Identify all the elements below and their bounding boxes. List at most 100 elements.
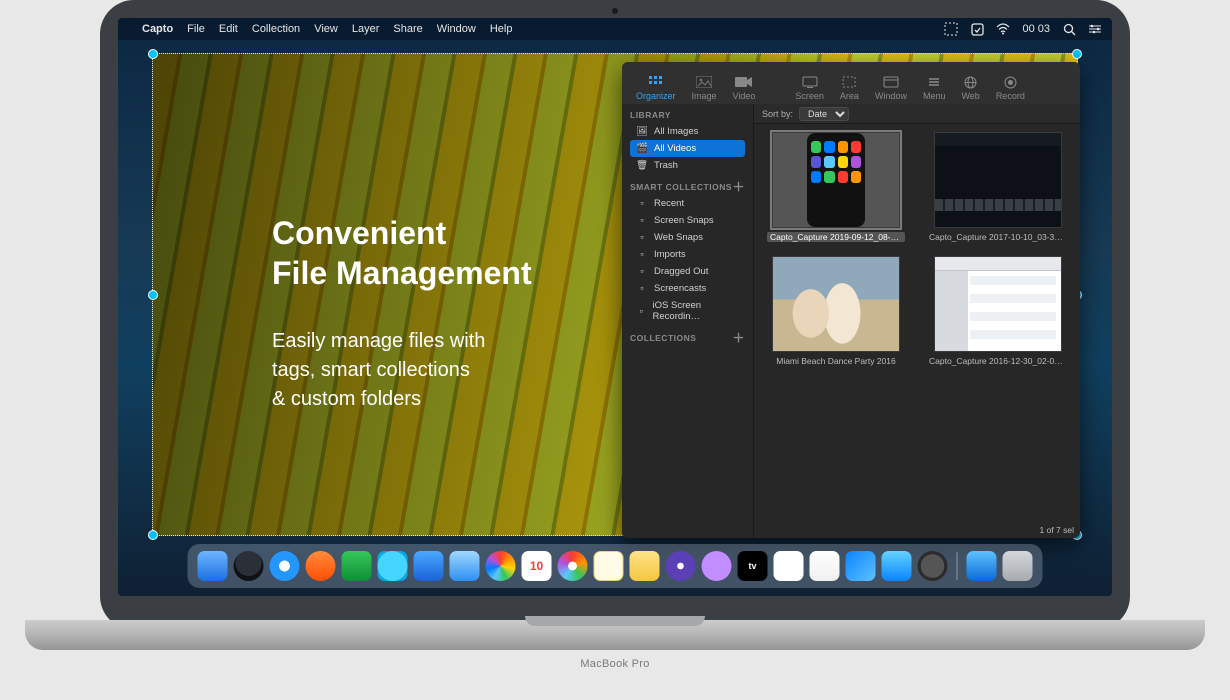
capto-content: Sort by: Date [754, 104, 1080, 538]
sort-select[interactable]: Date [799, 107, 849, 121]
sidebar-item-screen-snaps[interactable]: ▫︎Screen Snaps [630, 212, 745, 229]
menubar-clock[interactable]: 00 03 [1022, 23, 1050, 35]
laptop-label: MacBook Pro [580, 658, 649, 670]
dock-firefox[interactable] [306, 551, 336, 581]
menu-file[interactable]: File [187, 23, 205, 35]
dock-reminders[interactable] [630, 551, 660, 581]
dock-safari[interactable] [270, 551, 300, 581]
thumbnail-caption: Miami Beach Dance Party 2016 [776, 356, 896, 366]
dock-imessage[interactable] [378, 551, 408, 581]
dock-downloads[interactable] [967, 551, 997, 581]
section-heading: SMART COLLECTIONS ＋ [630, 182, 745, 192]
window-icon [882, 75, 900, 89]
sidebar-item-all-videos[interactable]: 🎬 All Videos [630, 140, 745, 157]
resize-handle-ne[interactable] [1072, 49, 1082, 59]
thumbnail-frame [772, 256, 900, 352]
globe-icon [962, 75, 980, 89]
add-collection-button[interactable]: ＋ [732, 334, 745, 342]
dock-trash[interactable] [1003, 551, 1033, 581]
folder-icon: ▫︎ [636, 199, 648, 209]
thumbnail-caption: Capto_Capture 2017-10-10_03-33-58_PM [929, 232, 1067, 242]
item-label: All Images [654, 126, 698, 137]
folder-icon: ▫︎ [636, 284, 648, 294]
tool-area[interactable]: Area [832, 72, 867, 104]
menubar-app-name[interactable]: Capto [142, 23, 173, 35]
menu-layer[interactable]: Layer [352, 23, 380, 35]
image-icon [695, 75, 713, 89]
thumbnail[interactable]: Capto_Capture 2017-10-10_03-33-58_PM [926, 132, 1070, 242]
dock-mail[interactable] [414, 551, 444, 581]
dock-video[interactable] [666, 551, 696, 581]
sidebar-item-ios-recordings[interactable]: ▫︎iOS Screen Recordin… [630, 297, 745, 325]
sidebar-item-recent[interactable]: ▫︎Recent [630, 195, 745, 212]
dock-settings[interactable] [918, 551, 948, 581]
dock-itunes[interactable] [558, 551, 588, 581]
tool-record[interactable]: Record [988, 72, 1033, 104]
wifi-icon[interactable] [996, 22, 1010, 36]
dock-keynote[interactable] [846, 551, 876, 581]
setapp-icon[interactable] [970, 22, 984, 36]
laptop-base [25, 620, 1205, 650]
spotlight-icon[interactable] [1062, 22, 1076, 36]
dock-maps[interactable] [450, 551, 480, 581]
resize-handle-w[interactable] [148, 290, 158, 300]
menu-share[interactable]: Share [393, 23, 422, 35]
dock-calendar[interactable]: 10 [522, 551, 552, 581]
dock-news[interactable] [774, 551, 804, 581]
dock-pages[interactable] [810, 551, 840, 581]
section-label: LIBRARY [630, 110, 671, 120]
tool-organizer[interactable]: Organizer [628, 72, 684, 104]
dock-launchpad[interactable] [234, 551, 264, 581]
dock-messages[interactable] [342, 551, 372, 581]
dock-podcasts[interactable] [702, 551, 732, 581]
sidebar-item-imports[interactable]: ▫︎Imports [630, 246, 745, 263]
section-heading: LIBRARY [630, 110, 745, 120]
tool-menu[interactable]: Menu [915, 72, 954, 104]
tool-image[interactable]: Image [684, 72, 725, 104]
tool-label: Menu [923, 91, 946, 101]
item-label: Imports [654, 249, 686, 260]
sidebar-item-dragged-out[interactable]: ▫︎Dragged Out [630, 263, 745, 280]
resize-handle-nw[interactable] [148, 49, 158, 59]
dock-appletv[interactable]: tv [738, 551, 768, 581]
capture-region-icon[interactable] [944, 22, 958, 36]
tool-label: Window [875, 91, 907, 101]
trash-icon: 🗑 [636, 161, 648, 171]
tool-video[interactable]: Video [725, 72, 764, 104]
dock-photos[interactable] [486, 551, 516, 581]
finder-mock [935, 257, 1061, 351]
sidebar-section-library: LIBRARY 🖼 All Images 🎬 All Videos [622, 104, 753, 176]
sort-bar: Sort by: Date [754, 104, 1080, 124]
thumbnail-caption: Capto_Capture 2019-09-12_08-54-33_PM [767, 232, 905, 242]
menu-window[interactable]: Window [437, 23, 476, 35]
sidebar-item-screencasts[interactable]: ▫︎Screencasts [630, 280, 745, 297]
add-smart-collection-button[interactable]: ＋ [732, 183, 745, 191]
sidebar-item-trash[interactable]: 🗑 Trash [630, 157, 745, 174]
laptop-lid: Capto File Edit Collection View Layer Sh… [100, 0, 1130, 630]
control-center-icon[interactable] [1088, 22, 1102, 36]
tool-label: Organizer [636, 91, 676, 101]
dock-finder[interactable] [198, 551, 228, 581]
menu-collection[interactable]: Collection [252, 23, 300, 35]
sidebar-item-web-snaps[interactable]: ▫︎Web Snaps [630, 229, 745, 246]
folder-icon: ▫︎ [636, 216, 648, 226]
tool-web[interactable]: Web [953, 72, 987, 104]
menu-view[interactable]: View [314, 23, 338, 35]
record-icon [1001, 75, 1019, 89]
dock-appstore[interactable] [882, 551, 912, 581]
sidebar-section-collections: COLLECTIONS ＋ [622, 327, 753, 348]
thumbnail[interactable]: Capto_Capture 2016-12-30_02-01-33_PM [926, 256, 1070, 366]
thumbnail[interactable]: Miami Beach Dance Party 2016 [764, 256, 908, 366]
beach-mock [773, 257, 899, 351]
capto-sidebar: LIBRARY 🖼 All Images 🎬 All Videos [622, 104, 754, 538]
section-label: COLLECTIONS [630, 333, 696, 343]
sidebar-item-all-images[interactable]: 🖼 All Images [630, 123, 745, 140]
menu-help[interactable]: Help [490, 23, 513, 35]
resize-handle-sw[interactable] [148, 530, 158, 540]
thumbnail[interactable]: Capto_Capture 2019-09-12_08-54-33_PM [764, 132, 908, 242]
screen-icon [801, 75, 819, 89]
menu-edit[interactable]: Edit [219, 23, 238, 35]
tool-window[interactable]: Window [867, 72, 915, 104]
dock-notes[interactable] [594, 551, 624, 581]
tool-screen[interactable]: Screen [787, 72, 832, 104]
